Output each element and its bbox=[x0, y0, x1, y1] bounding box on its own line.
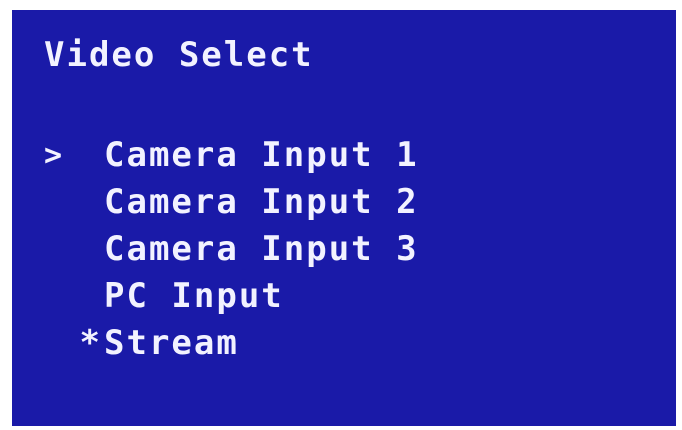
active-source-marker-icon: * bbox=[79, 323, 102, 363]
menu-item-camera-input-2[interactable]: Camera Input 2 bbox=[44, 179, 419, 226]
video-source-list: > Camera Input 1 Camera Input 2 Camera I… bbox=[44, 132, 419, 367]
menu-title: Video Select bbox=[44, 35, 314, 75]
osd-menu-screen: Video Select > Camera Input 1 Camera Inp… bbox=[12, 10, 676, 426]
menu-item-label: PC Input bbox=[104, 276, 284, 316]
menu-item-camera-input-3[interactable]: Camera Input 3 bbox=[44, 226, 419, 273]
menu-item-label: Camera Input 2 bbox=[104, 182, 419, 222]
menu-item-pc-input[interactable]: PC Input bbox=[44, 273, 419, 320]
menu-item-camera-input-1[interactable]: > Camera Input 1 bbox=[44, 132, 419, 179]
selection-cursor-icon: > bbox=[44, 138, 65, 173]
menu-item-label: Camera Input 1 bbox=[104, 135, 419, 175]
menu-item-label: Camera Input 3 bbox=[104, 229, 419, 269]
menu-item-label: Stream bbox=[104, 323, 239, 363]
menu-item-stream[interactable]: * Stream bbox=[44, 320, 419, 367]
